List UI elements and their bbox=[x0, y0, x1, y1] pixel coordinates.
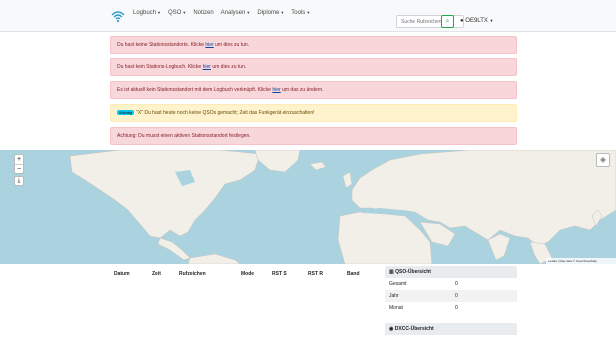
summary-row: Gesamt 0 bbox=[385, 278, 517, 290]
nav-menu: Logbuch▼ QSO▼ Notizen Analysen▼ Diplome▼… bbox=[133, 10, 317, 16]
col-datum: Datum bbox=[114, 271, 130, 277]
panel-title: QSO-Übersicht bbox=[395, 269, 431, 275]
nav-logbuch[interactable]: Logbuch▼ bbox=[133, 10, 161, 16]
qso-summary-title: ▥ QSO-Übersicht bbox=[385, 266, 517, 278]
layers-icon[interactable]: ◈ bbox=[596, 153, 610, 167]
col-rufzeichen: Rufzeichen bbox=[179, 271, 206, 277]
summary-label: Jahr bbox=[389, 293, 399, 299]
alert-text: Es ist aktuell kein Stationsstandort mit… bbox=[117, 87, 273, 93]
download-icon[interactable]: ⤓ bbox=[14, 176, 24, 186]
alert-link[interactable]: hier bbox=[272, 87, 280, 93]
summary-row: Monat 0 bbox=[385, 302, 517, 314]
chevron-down-icon: ▼ bbox=[246, 10, 251, 15]
alert-link[interactable]: hier bbox=[203, 64, 211, 70]
qso-summary-panel: ▥ QSO-Übersicht Gesamt 0 Jahr 0 Monat 0 bbox=[385, 266, 517, 314]
nav-diplome[interactable]: Diplome▼ bbox=[257, 10, 284, 16]
chart-icon: ▥ bbox=[389, 269, 394, 275]
alert-link[interactable]: hier bbox=[205, 42, 213, 48]
wifi-icon[interactable] bbox=[111, 9, 125, 23]
col-rst-s: RST S bbox=[272, 271, 287, 277]
nav-label: Logbuch bbox=[133, 10, 157, 17]
chevron-down-icon: ▼ bbox=[306, 10, 311, 15]
col-band: Band bbox=[347, 271, 360, 277]
alert-text: um dies zu tun. bbox=[213, 42, 250, 48]
nav-label: Tools bbox=[291, 10, 306, 17]
alert-text: um das zu ändern. bbox=[280, 87, 324, 93]
alert-text: Du hast kein Stations-Logbuch. Klicke bbox=[117, 64, 203, 70]
alert-text: Du hast keine Stationsstandorte. Klicke bbox=[117, 42, 206, 48]
zoom-control: + − bbox=[14, 154, 24, 174]
alert-no-qsos-today: Wichtig "X" Du hast heute noch keine QSOs… bbox=[110, 104, 517, 122]
map-tiles bbox=[69, 150, 616, 264]
summary-value: 0 bbox=[455, 305, 458, 311]
alert-text: Achtung: Du musst einen aktiven Stations… bbox=[117, 133, 251, 139]
col-zeit: Zeit bbox=[152, 271, 161, 277]
zoom-in-button[interactable]: + bbox=[15, 155, 23, 164]
user-callsign: OE9LTX bbox=[465, 18, 488, 24]
qso-table-header: Datum Zeit Rufzeichen Mode RST S RST R B… bbox=[110, 271, 370, 279]
alert-text: "X" Du hast heute noch keine QSOs gemach… bbox=[136, 110, 315, 116]
nav-tools[interactable]: Tools▼ bbox=[291, 10, 310, 16]
chevron-down-icon: ▼ bbox=[489, 18, 494, 23]
alert-text: um dies zu tun. bbox=[210, 64, 247, 70]
nav-notizen[interactable]: Notizen bbox=[193, 10, 213, 16]
nav-label: Notizen bbox=[193, 10, 214, 16]
summary-label: Monat bbox=[389, 305, 403, 311]
page: Logbuch▼ QSO▼ Notizen Analysen▼ Diplome▼… bbox=[0, 0, 616, 338]
zoom-out-button[interactable]: − bbox=[15, 164, 23, 173]
chevron-down-icon: ▼ bbox=[157, 10, 161, 15]
alert-no-logbook: Du hast kein Stations-Logbuch. Klicke hi… bbox=[110, 58, 517, 76]
important-badge: Wichtig bbox=[117, 110, 135, 115]
summary-value: 0 bbox=[455, 293, 458, 299]
chevron-down-icon: ▼ bbox=[280, 10, 285, 15]
nav-label: Diplome bbox=[257, 10, 280, 17]
panel-title: DXCC-Übersicht bbox=[394, 326, 434, 332]
chevron-down-icon: ▼ bbox=[182, 10, 187, 15]
nav-analysen[interactable]: Analysen▼ bbox=[221, 10, 251, 16]
col-mode: Mode bbox=[241, 271, 255, 277]
alert-no-locations: Du hast keine Stationsstandorte. Klicke … bbox=[110, 36, 517, 54]
user-menu[interactable]: ● OE9LTX ▼ bbox=[460, 18, 494, 24]
nav-label: Analysen bbox=[220, 10, 246, 17]
dxcc-summary-title: ◉ DXCC-Übersicht bbox=[385, 323, 517, 335]
world-map[interactable] bbox=[0, 150, 616, 264]
map-attribution[interactable]: Leaflet | Map data © OpenStreetMap bbox=[546, 258, 616, 264]
search-icon[interactable]: ⌕ bbox=[441, 15, 454, 28]
summary-value: 0 bbox=[455, 281, 458, 287]
user-icon: ● bbox=[460, 18, 464, 24]
summary-row: Jahr 0 bbox=[385, 290, 517, 302]
nav-label: QSO bbox=[168, 10, 182, 17]
alert-no-active-location: Achtung: Du musst einen aktiven Stations… bbox=[110, 127, 517, 145]
dxcc-summary-panel: ◉ DXCC-Übersicht bbox=[385, 323, 517, 335]
summary-label: Gesamt bbox=[389, 281, 407, 287]
globe-icon: ◉ bbox=[389, 326, 394, 332]
alert-no-linked-location: Es ist aktuell kein Stationsstandort mit… bbox=[110, 81, 517, 99]
nav-qso[interactable]: QSO▼ bbox=[168, 10, 186, 16]
col-rst-r: RST R bbox=[308, 271, 323, 277]
navbar: Logbuch▼ QSO▼ Notizen Analysen▼ Diplome▼… bbox=[0, 0, 616, 32]
